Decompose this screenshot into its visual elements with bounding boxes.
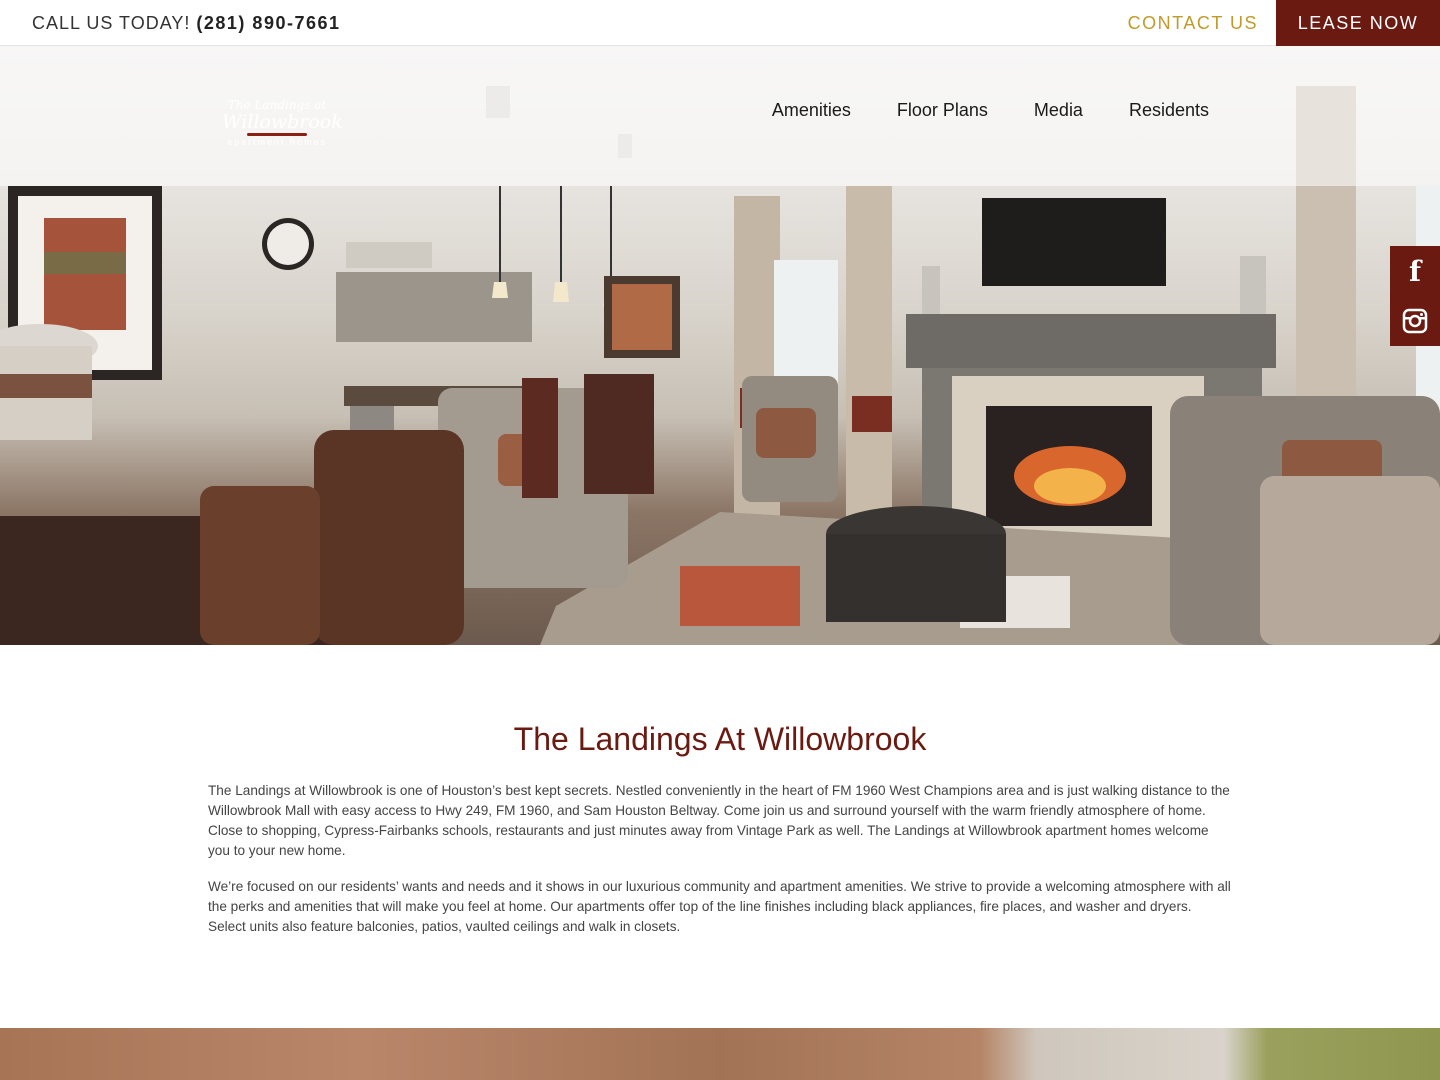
intro-paragraph-2: We’re focused on our residents’ wants an… (208, 879, 1231, 934)
top-bar: CALL US TODAY! (281) 890-7661 CONTACT US… (0, 0, 1440, 46)
call-label: CALL US TODAY! (32, 13, 191, 33)
contact-us-link[interactable]: CONTACT US (1128, 0, 1258, 46)
logo-line2: Willowbrook (222, 111, 343, 133)
bottom-image (0, 1028, 1440, 1080)
call-us: CALL US TODAY! (281) 890-7661 (32, 0, 341, 46)
instagram-icon[interactable] (1390, 296, 1440, 346)
phone-link[interactable]: (281) 890-7661 (196, 13, 340, 33)
instagram-glyph (1402, 308, 1428, 334)
intro-section: The Landings At Willowbrook The Landings… (0, 645, 1440, 1028)
hero-image: The Landings at Willowbrook apartment ho… (0, 46, 1440, 645)
nav-item-residents[interactable]: Residents (1129, 100, 1209, 121)
nav-item-media[interactable]: Media (1034, 100, 1083, 121)
lease-now-button[interactable]: LEASE NOW (1276, 0, 1440, 46)
intro-paragraph-1: The Landings at Willowbrook is one of Ho… (208, 783, 1230, 858)
site-logo[interactable]: The Landings at Willowbrook apartment ho… (222, 98, 343, 158)
logo-line1: The Landings at (227, 98, 327, 112)
header-overlay (0, 46, 1440, 186)
facebook-icon[interactable]: f (1390, 246, 1440, 296)
social-sidebar: f (1390, 246, 1440, 346)
nav-item-floor-plans[interactable]: Floor Plans (897, 100, 988, 121)
page-title: The Landings At Willowbrook (513, 721, 927, 757)
nav-item-amenities[interactable]: Amenities (772, 100, 851, 121)
logo-line3: apartment homes (226, 137, 328, 147)
main-nav: Amenities Floor Plans Media Residents (772, 100, 1209, 121)
